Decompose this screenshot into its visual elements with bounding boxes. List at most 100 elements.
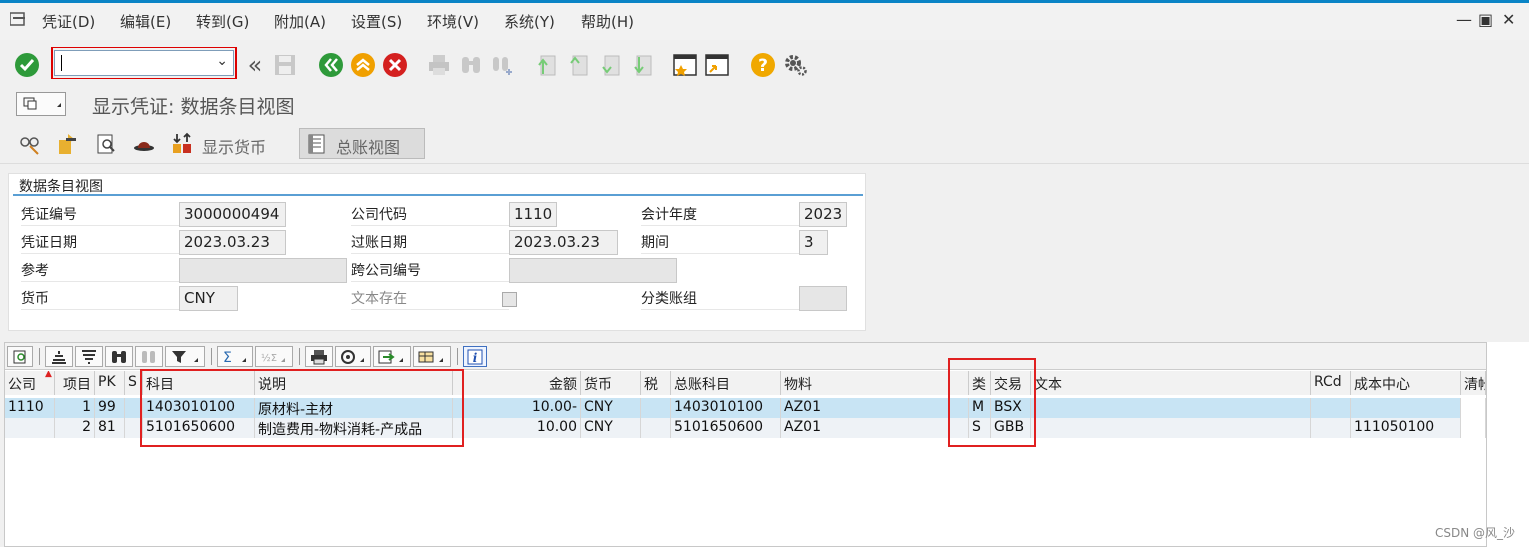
back-double-icon[interactable]: « [242, 51, 268, 79]
ledger-group-field[interactable] [799, 286, 847, 311]
posting-date-field[interactable]: 2023.03.23 [509, 230, 618, 255]
back-green-icon[interactable] [318, 52, 344, 78]
find-icon[interactable] [105, 346, 133, 367]
command-field[interactable]: ⌄ [54, 50, 234, 76]
col-company[interactable]: 公司 ▲ [5, 371, 55, 395]
layout-icon[interactable] [413, 346, 451, 367]
hat-icon[interactable] [132, 132, 156, 156]
col-tax[interactable]: 税 [641, 371, 671, 395]
display-currency-button[interactable]: 显示货币 [202, 134, 266, 158]
close-icon[interactable]: ✕ [1502, 10, 1515, 29]
glasses-icon[interactable] [18, 132, 42, 156]
watermark: CSDN @风_沙 [1434, 526, 1515, 540]
last-page-icon[interactable] [630, 52, 656, 78]
col-pk[interactable]: PK [95, 371, 125, 395]
col-rcd[interactable]: RCd [1311, 371, 1351, 395]
new-session-icon[interactable] [672, 52, 698, 78]
print-icon[interactable] [305, 346, 333, 367]
export-icon[interactable] [373, 346, 411, 367]
subtotal-icon[interactable]: ½Σ [255, 346, 293, 367]
currency-label: 货币 [21, 288, 179, 310]
views-icon[interactable] [335, 346, 371, 367]
find-next-icon[interactable] [135, 346, 163, 367]
help-icon[interactable]: ? [750, 52, 776, 78]
document-change-icon[interactable] [56, 132, 80, 156]
sort-ascending-icon[interactable] [45, 346, 73, 367]
sort-indicator-icon: ▲ [45, 371, 52, 379]
cell-gl-account[interactable]: 5101650600 [671, 418, 781, 438]
header-panel: 数据条目视图 凭证编号 3000000494 公司代码 1110 会计年度 20… [8, 173, 866, 331]
svg-text:Σ: Σ [223, 350, 232, 365]
posting-date-label: 过账日期 [351, 232, 509, 254]
cross-company-field[interactable] [509, 258, 677, 283]
exit-icon[interactable] [350, 52, 376, 78]
col-item[interactable]: 项目 [55, 371, 95, 395]
print-icon[interactable] [426, 52, 452, 78]
sum-icon[interactable]: Σ [217, 346, 253, 367]
cell-gl-account[interactable]: 1403010100 [671, 398, 781, 418]
menu-extras[interactable]: 附加(A) [274, 11, 326, 32]
cancel-icon[interactable] [382, 52, 408, 78]
col-amount[interactable]: 金额 [453, 371, 581, 395]
details-icon[interactable] [7, 346, 33, 367]
ledger-view-label: 总账视图 [336, 138, 401, 157]
menu-edit[interactable]: 编辑(E) [120, 11, 171, 32]
highlight-account-description [140, 369, 464, 447]
menu-voucher[interactable]: 凭证(D) [42, 11, 95, 32]
doc-date-field[interactable]: 2023.03.23 [179, 230, 286, 255]
col-text[interactable]: 文本 [1031, 371, 1311, 395]
settings-icon[interactable] [782, 52, 808, 78]
grid-toolbar: Σ ½Σ i [5, 343, 1486, 370]
filter-icon[interactable] [165, 346, 205, 367]
minimize-icon[interactable]: — [1456, 10, 1472, 29]
find-next-icon[interactable] [490, 52, 516, 78]
shortcut-icon[interactable] [704, 52, 730, 78]
ledger-icon [308, 134, 325, 154]
fiscal-year-field[interactable]: 2023 [799, 202, 847, 227]
find-icon[interactable] [458, 52, 484, 78]
currency-icon[interactable] [170, 132, 194, 156]
display-document-icon[interactable] [94, 132, 118, 156]
text-exists-checkbox[interactable] [502, 292, 517, 307]
cell-amount: 10.00- [453, 398, 581, 418]
menu-icon[interactable] [10, 12, 26, 26]
col-gl-account[interactable]: 总账科目 [671, 371, 781, 395]
cell-pk: 99 [95, 398, 125, 418]
cell-currency: CNY [581, 398, 641, 418]
page-title: 显示凭证: 数据条目视图 [92, 96, 295, 118]
reference-field[interactable] [179, 258, 347, 283]
line-items-grid: Σ ½Σ i 公司 ▲ 项目 PK S 科目 说明 金额 货币 税 总账科目 物料… [4, 342, 1487, 547]
menu-dropdown-button[interactable] [16, 92, 66, 116]
info-icon[interactable]: i [463, 346, 487, 367]
col-clearing[interactable]: 清帐 [1461, 371, 1486, 395]
menu-system[interactable]: 系统(Y) [504, 11, 555, 32]
company-code-field[interactable]: 1110 [509, 202, 557, 227]
menu-environment[interactable]: 环境(V) [427, 11, 479, 32]
next-page-icon[interactable] [598, 52, 624, 78]
chevron-down-icon[interactable]: ⌄ [216, 53, 228, 69]
first-page-icon[interactable] [534, 52, 560, 78]
application-toolbar: 显示货币 总账视图 [0, 124, 1529, 164]
period-field[interactable]: 3 [799, 230, 828, 255]
prev-page-icon[interactable] [566, 52, 592, 78]
col-cost-center[interactable]: 成本中心 [1351, 371, 1461, 395]
fiscal-year-label: 会计年度 [641, 204, 799, 226]
svg-text:½Σ: ½Σ [261, 352, 277, 364]
ledger-view-button[interactable]: 总账视图 [299, 128, 425, 159]
menu-goto[interactable]: 转到(G) [196, 11, 249, 32]
highlight-type-transaction [948, 358, 1036, 447]
save-icon[interactable] [272, 52, 298, 78]
screen-title-bar: 显示凭证: 数据条目视图 [0, 90, 1529, 122]
currency-field[interactable]: CNY [179, 286, 238, 311]
standard-toolbar: ⌄ « ? [0, 40, 1529, 90]
sort-descending-icon[interactable] [75, 346, 103, 367]
menu-help[interactable]: 帮助(H) [581, 11, 634, 32]
doc-number-field[interactable]: 3000000494 [179, 202, 286, 227]
cell-material: AZ01 [781, 398, 969, 418]
col-material[interactable]: 物料 [781, 371, 969, 395]
cell-cost-center: 111050100 [1351, 418, 1461, 438]
col-currency[interactable]: 货币 [581, 371, 641, 395]
menu-settings[interactable]: 设置(S) [351, 11, 402, 32]
check-icon[interactable] [14, 52, 40, 78]
maximize-icon[interactable]: ▣ [1478, 10, 1493, 29]
